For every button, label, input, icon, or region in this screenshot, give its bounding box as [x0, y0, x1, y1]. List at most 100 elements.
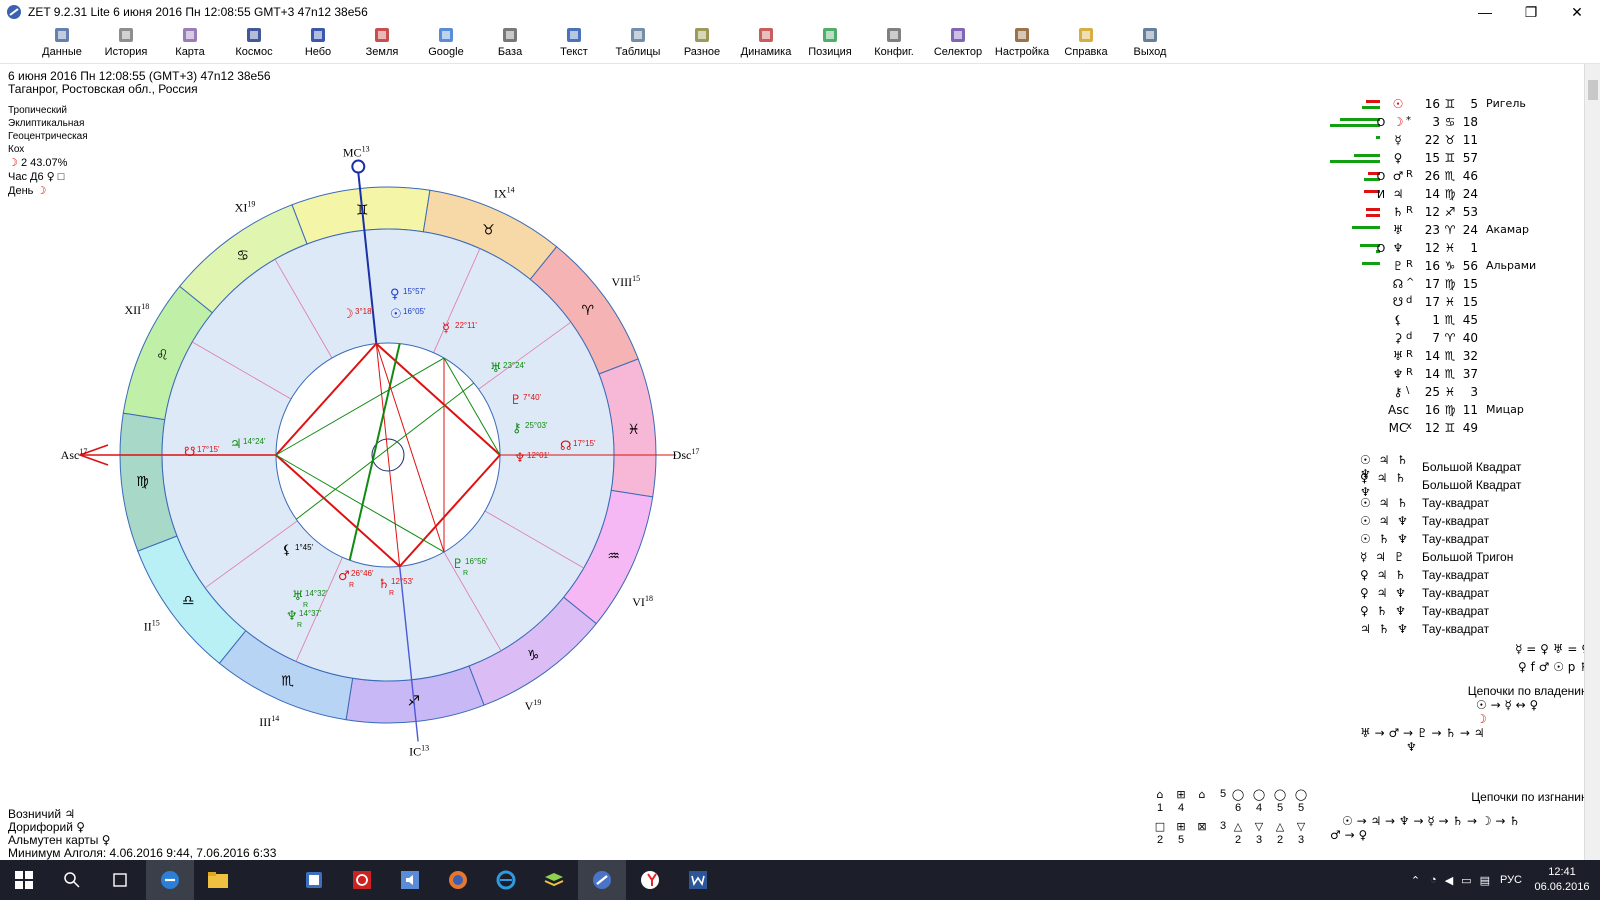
toolbar-help-button[interactable]: Справка	[1054, 26, 1118, 62]
toolbar-earth-button[interactable]: Земля	[350, 26, 414, 62]
planet-row[interactable]: ♅ 23 ♈ 24 Акамар	[1320, 222, 1560, 240]
configuration-name: Большой Квадрат	[1422, 460, 1522, 474]
taskbar-zet[interactable]	[578, 860, 626, 900]
taskbar-word[interactable]	[674, 860, 722, 900]
taskbar-ie[interactable]	[482, 860, 530, 900]
planet-row[interactable]: ☋ d 17 ♓ 15	[1320, 294, 1560, 312]
natal-chart-wheel[interactable]: ♊♉♈♓♒♑♐♏♎♍♌♋MC13IX14VIII15Dsc17VI18V19IC…	[60, 140, 740, 780]
taskbar-yandex[interactable]	[626, 860, 674, 900]
configuration-row[interactable]: ♃ ♄ ♆ Тау-квадрат	[1360, 620, 1580, 638]
configuration-row[interactable]: ♀ ♄ ♆ Тау-квадрат	[1360, 602, 1580, 620]
taskbar-bluestacks[interactable]	[530, 860, 578, 900]
toolbar-tables-button[interactable]: Таблицы	[606, 26, 670, 62]
planet-glyph: ♅	[490, 361, 502, 376]
language-indicator[interactable]: РУС	[1500, 874, 1522, 886]
planet-minutes: 24	[1462, 223, 1478, 237]
zet-app-icon	[7, 5, 21, 19]
configuration-row[interactable]: ☉ ♄ ♆ Тау-квадрат	[1360, 530, 1580, 548]
toolbar-selector-button[interactable]: Селектор	[926, 26, 990, 62]
planet-row[interactable]: Asc 16 ♍ 11 Мицар	[1320, 402, 1560, 420]
toolbar-map-button[interactable]: Карта	[158, 26, 222, 62]
notification-icon[interactable]: ▤	[1480, 874, 1490, 887]
planet-degree: 22	[1424, 133, 1440, 147]
planet-row[interactable]: O ♆ 12 ♓ 1	[1320, 240, 1560, 258]
toolbar-settings-button[interactable]: Настройка	[990, 26, 1054, 62]
configuration-row[interactable]: ♀ ♃ ♆ Тау-квадрат	[1360, 584, 1580, 602]
rulership-chain-2: ☽	[1476, 712, 1487, 726]
planet-degree: 3	[1432, 115, 1440, 129]
planet-glyph: ☊	[560, 439, 572, 454]
planet-row[interactable]: ⚸ 1 ♏ 45	[1320, 312, 1560, 330]
toolbar-dynamics-button[interactable]: Динамика	[734, 26, 798, 62]
toolbar-sky-button[interactable]: Небо	[286, 26, 350, 62]
planet-row[interactable]: ♆ R 14 ♏ 37	[1320, 366, 1560, 384]
dispositor-rules: ☿ = ♀ ♅ = ♀ ♀ f ♂ ☉ p ♄	[1320, 640, 1590, 676]
planet-row[interactable]: И ♃ 14 ♍ 24	[1320, 186, 1560, 204]
taskbar-edge[interactable]	[146, 860, 194, 900]
planet-row[interactable]: ♇ R 16 ♑ 56 Альрами	[1320, 258, 1560, 276]
configuration-row[interactable]: ♀ ♃ ♄ ♆ Большой Квадрат	[1360, 471, 1580, 499]
start-button[interactable]	[0, 860, 48, 900]
taskbar-audio[interactable]	[386, 860, 434, 900]
configuration-row[interactable]: ☉ ♃ ♄ Тау-квадрат	[1360, 494, 1580, 512]
taskbar-app-1[interactable]	[290, 860, 338, 900]
toolbar-history-button[interactable]: История	[94, 26, 158, 62]
toolbar-cosmos-button[interactable]: Космос	[222, 26, 286, 62]
day-label: День	[8, 185, 34, 197]
taskbar-firefox[interactable]	[434, 860, 482, 900]
toolbar-google-button[interactable]: Google	[414, 26, 478, 62]
volume-icon[interactable]: ◀	[1445, 874, 1453, 887]
planet-degree: 7°40'	[523, 393, 542, 402]
planet-degree: 25	[1424, 385, 1440, 399]
planet-minutes: 45	[1462, 313, 1478, 327]
planet-row[interactable]: MC x 12 ♊ 49	[1320, 420, 1560, 438]
network-icon[interactable]: ◔	[1430, 874, 1437, 886]
planet-row[interactable]: ♀ 15 ♊ 57	[1320, 150, 1560, 168]
battery-icon[interactable]: ▭	[1461, 874, 1471, 887]
planet-row[interactable]: ♄ R 12 ♐ 53	[1320, 204, 1560, 222]
planet-glyph: ☿	[442, 321, 450, 336]
configuration-row[interactable]: ☉ ♃ ♆ Тау-квадрат	[1360, 512, 1580, 530]
minimize-button[interactable]: —	[1462, 0, 1508, 24]
planet-degree: 16°56'	[465, 557, 488, 566]
vertical-scrollbar[interactable]	[1584, 64, 1600, 860]
tables-icon	[631, 28, 645, 42]
taskbar-power[interactable]	[338, 860, 386, 900]
search-button[interactable]	[48, 860, 96, 900]
taskbar-explorer[interactable]	[194, 860, 242, 900]
close-button[interactable]: ✕	[1554, 0, 1600, 24]
chevron-up-icon[interactable]: ⌃	[1411, 874, 1420, 887]
toolbar-data-button[interactable]: Данные	[30, 26, 94, 62]
toolbar-misc-button[interactable]: Разное	[670, 26, 734, 62]
toolbar-position-button[interactable]: Позиция	[798, 26, 862, 62]
planet-row[interactable]: ☿ 22 ♉ 11	[1320, 132, 1560, 150]
strength-bar	[1366, 214, 1380, 217]
count-value: 5	[1177, 834, 1185, 846]
toolbar-config-button[interactable]: Конфиг.	[862, 26, 926, 62]
planet-row[interactable]: ⚳ d 7 ♈ 40	[1320, 330, 1560, 348]
planet-minutes: 3	[1470, 385, 1478, 399]
toolbar-base-button[interactable]: База	[478, 26, 542, 62]
clock[interactable]: 12:41 06.06.2016	[1532, 865, 1592, 895]
planet-row[interactable]: O ☽ * 3 ♋ 18	[1320, 114, 1560, 132]
configuration-row[interactable]: ♀ ♃ ♄ Тау-квадрат	[1360, 566, 1580, 584]
planet-glyph: ☽	[342, 307, 354, 322]
scrollbar-thumb[interactable]	[1588, 80, 1598, 100]
planet-row[interactable]: O ♂ R 26 ♏ 46	[1320, 168, 1560, 186]
cross-icon: ⊞	[1176, 820, 1186, 833]
history-icon	[119, 28, 133, 42]
planet-row[interactable]: ☊ ^ 17 ♍ 15	[1320, 276, 1560, 294]
planet-row[interactable]: ☉ 16 ♊ 5 Ригель	[1320, 96, 1560, 114]
task-view-button[interactable]	[96, 860, 144, 900]
toolbar-text-button[interactable]: Текст	[542, 26, 606, 62]
planet-row[interactable]: ⚷ \ 25 ♓ 3	[1320, 384, 1560, 402]
count-value: 5	[1297, 802, 1305, 814]
maximize-button[interactable]: ❐	[1508, 0, 1554, 24]
zodiac-sign-glyph: ♓	[627, 422, 640, 438]
configuration-row[interactable]: ☿ ♃ ♇ Большой Тригон	[1360, 548, 1580, 566]
venus-icon: ♀	[46, 170, 55, 183]
toolbar-label: Справка	[1064, 46, 1108, 58]
toolbar-exit-button[interactable]: Выход	[1118, 26, 1182, 62]
planet-row[interactable]: ♅ R 14 ♏ 32	[1320, 348, 1560, 366]
planet-symbol-icon: ♂	[1392, 169, 1404, 183]
